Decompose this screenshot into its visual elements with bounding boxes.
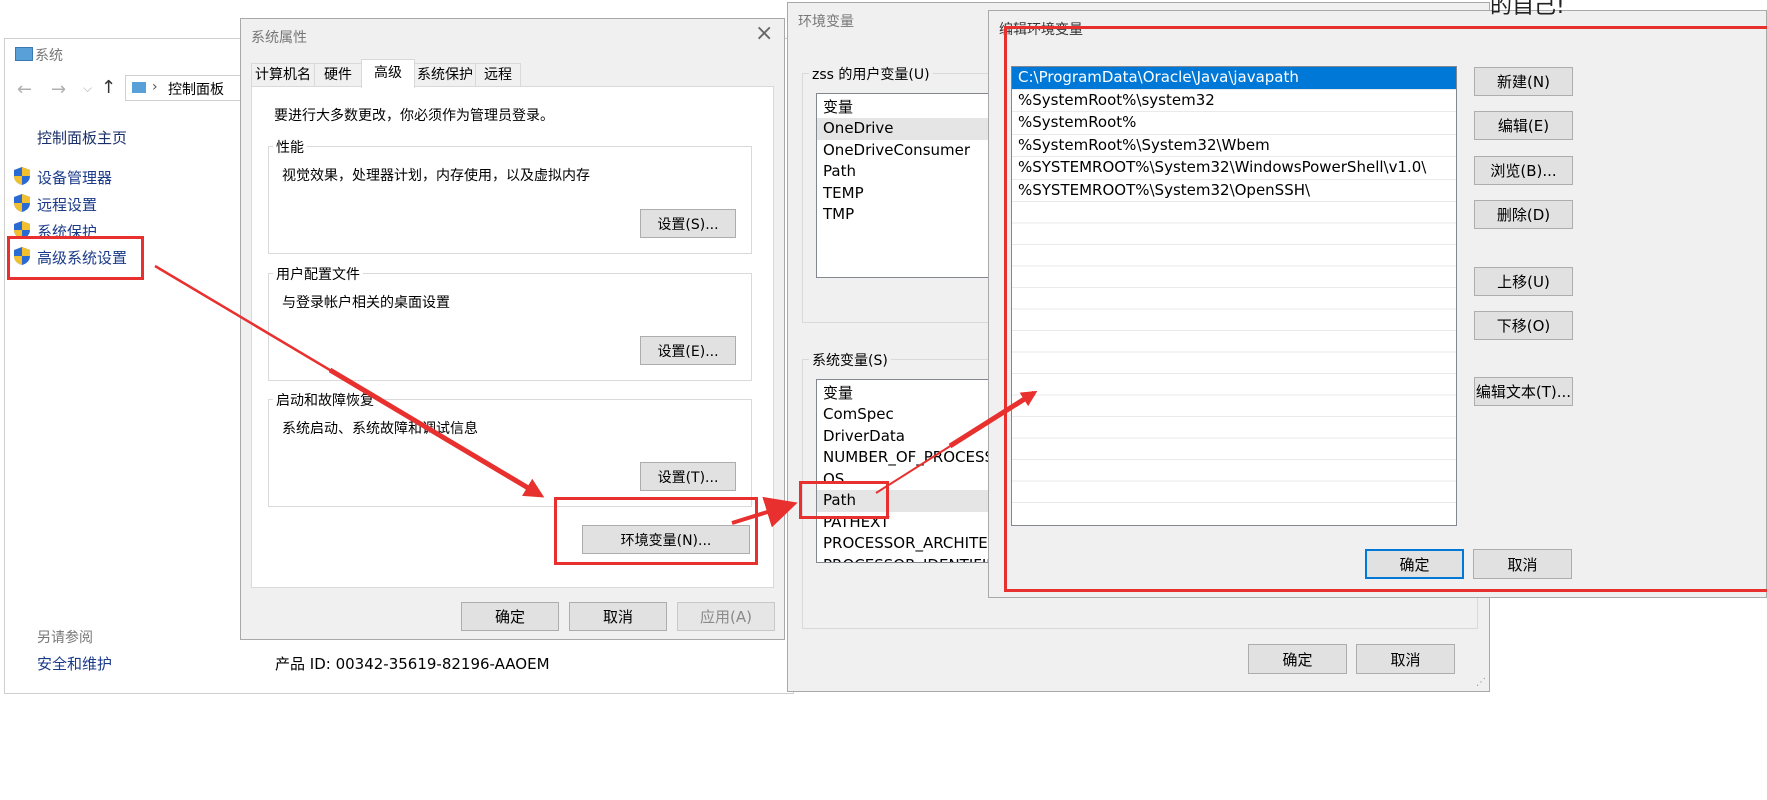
user-profile-group: 用户配置文件 与登录帐户相关的桌面设置 设置(E)...: [268, 264, 752, 381]
control-panel-home-link[interactable]: 控制面板主页: [37, 127, 127, 148]
breadcrumb-separator-icon: ›: [152, 79, 158, 95]
env-ok-button[interactable]: 确定: [1248, 644, 1347, 674]
apply-button[interactable]: 应用(A): [677, 602, 775, 631]
env-dialog-title: 环境变量: [798, 14, 854, 30]
tab-advanced[interactable]: 高级: [361, 59, 415, 88]
edit-button[interactable]: 编辑(E): [1474, 111, 1573, 140]
empty-list-rows: [1012, 202, 1456, 522]
cancel-button[interactable]: 取消: [569, 602, 667, 631]
system-variables-label: 系统变量(S): [809, 350, 891, 370]
startup-recovery-desc: 系统启动、系统故障和调试信息: [282, 421, 478, 437]
startup-recovery-group: 启动和故障恢复 系统启动、系统故障和调试信息 设置(T)...: [268, 390, 752, 507]
performance-group: 性能 视觉效果，处理器计划，内存使用，以及虚拟内存 设置(S)...: [268, 137, 752, 254]
shield-icon: [14, 167, 30, 185]
delete-button[interactable]: 删除(D): [1474, 200, 1573, 229]
shield-icon: [14, 247, 30, 265]
list-item[interactable]: %SYSTEMROOT%\System32\OpenSSH\: [1012, 180, 1456, 202]
environment-variables-button[interactable]: 环境变量(N)...: [582, 525, 750, 554]
performance-label: 性能: [273, 137, 307, 157]
tab-system-protection[interactable]: 系统保护: [414, 63, 476, 87]
ok-button[interactable]: 确定: [461, 602, 559, 631]
nav-item-remote-settings[interactable]: 远程设置: [37, 194, 97, 215]
move-down-button[interactable]: 下移(O): [1474, 311, 1573, 340]
chevron-down-icon[interactable]: ⌵: [83, 81, 92, 96]
close-icon[interactable]: ×: [755, 21, 773, 46]
back-arrow-icon[interactable]: ←: [17, 79, 32, 100]
see-also-label: 另请参阅: [37, 630, 93, 646]
startup-recovery-label: 启动和故障恢复: [273, 390, 377, 410]
up-arrow-icon[interactable]: ↑: [101, 77, 116, 98]
user-profile-settings-button[interactable]: 设置(E)...: [640, 336, 736, 365]
address-label: 控制面板: [168, 82, 224, 98]
tab-computer-name[interactable]: 计算机名: [251, 63, 315, 87]
product-id: 产品 ID: 00342-35619-82196-AAOEM: [275, 655, 550, 673]
startup-settings-button[interactable]: 设置(T)...: [640, 462, 736, 491]
performance-desc: 视觉效果，处理器计划，内存使用，以及虚拟内存: [282, 168, 590, 184]
tab-hardware[interactable]: 硬件: [314, 63, 362, 87]
edit-dialog-title: 编辑环境变量: [999, 22, 1083, 38]
dialog-title: 系统属性: [251, 30, 307, 46]
system-window-title: 系统: [35, 48, 63, 64]
browse-button[interactable]: 浏览(B)...: [1474, 156, 1573, 185]
list-item[interactable]: %SYSTEMROOT%\System32\WindowsPowerShell\…: [1012, 157, 1456, 180]
move-up-button[interactable]: 上移(U): [1474, 267, 1573, 296]
edit-environment-variable-dialog: 编辑环境变量 C:\ProgramData\Oracle\Java\javapa…: [988, 10, 1767, 598]
address-bar[interactable]: › 控制面板: [125, 75, 245, 101]
user-variables-label: zss 的用户变量(U): [809, 64, 933, 84]
user-profile-desc: 与登录帐户相关的桌面设置: [282, 295, 450, 311]
performance-settings-button[interactable]: 设置(S)...: [640, 209, 736, 238]
list-item[interactable]: %SystemRoot%\system32: [1012, 90, 1456, 112]
system-properties-dialog: 系统属性 × 计算机名 硬件 高级 系统保护 远程 要进行大多数更改，你必须作为…: [240, 18, 785, 640]
nav-item-system-protection[interactable]: 系统保护: [37, 221, 97, 242]
edit-text-button[interactable]: 编辑文本(T)...: [1474, 377, 1573, 406]
system-window-icon: [15, 47, 33, 61]
shield-icon: [14, 194, 30, 212]
control-panel-icon: [132, 82, 146, 93]
forward-arrow-icon[interactable]: →: [51, 79, 66, 100]
edit-ok-button[interactable]: 确定: [1365, 549, 1464, 579]
resize-grip-icon[interactable]: ⋰: [1476, 677, 1486, 688]
shield-icon: [14, 221, 30, 239]
list-item[interactable]: %SystemRoot%: [1012, 112, 1456, 135]
path-list[interactable]: C:\ProgramData\Oracle\Java\javapath %Sys…: [1011, 66, 1457, 526]
tab-page-advanced: 要进行大多数更改，你必须作为管理员登录。 性能 视觉效果，处理器计划，内存使用，…: [251, 86, 774, 588]
admin-note: 要进行大多数更改，你必须作为管理员登录。: [274, 108, 554, 124]
nav-item-device-manager[interactable]: 设备管理器: [37, 167, 112, 188]
list-item[interactable]: C:\ProgramData\Oracle\Java\javapath: [1012, 67, 1456, 90]
edit-cancel-button[interactable]: 取消: [1473, 549, 1572, 579]
env-cancel-button[interactable]: 取消: [1356, 644, 1455, 674]
security-maintenance-link[interactable]: 安全和维护: [37, 653, 112, 674]
user-profile-label: 用户配置文件: [273, 264, 363, 284]
new-button[interactable]: 新建(N): [1474, 67, 1573, 96]
background-text-fragment: 的自己!: [1490, 0, 1565, 19]
list-item[interactable]: %SystemRoot%\System32\Wbem: [1012, 135, 1456, 157]
nav-item-advanced-system-settings[interactable]: 高级系统设置: [37, 247, 127, 268]
tab-remote[interactable]: 远程: [475, 63, 521, 87]
